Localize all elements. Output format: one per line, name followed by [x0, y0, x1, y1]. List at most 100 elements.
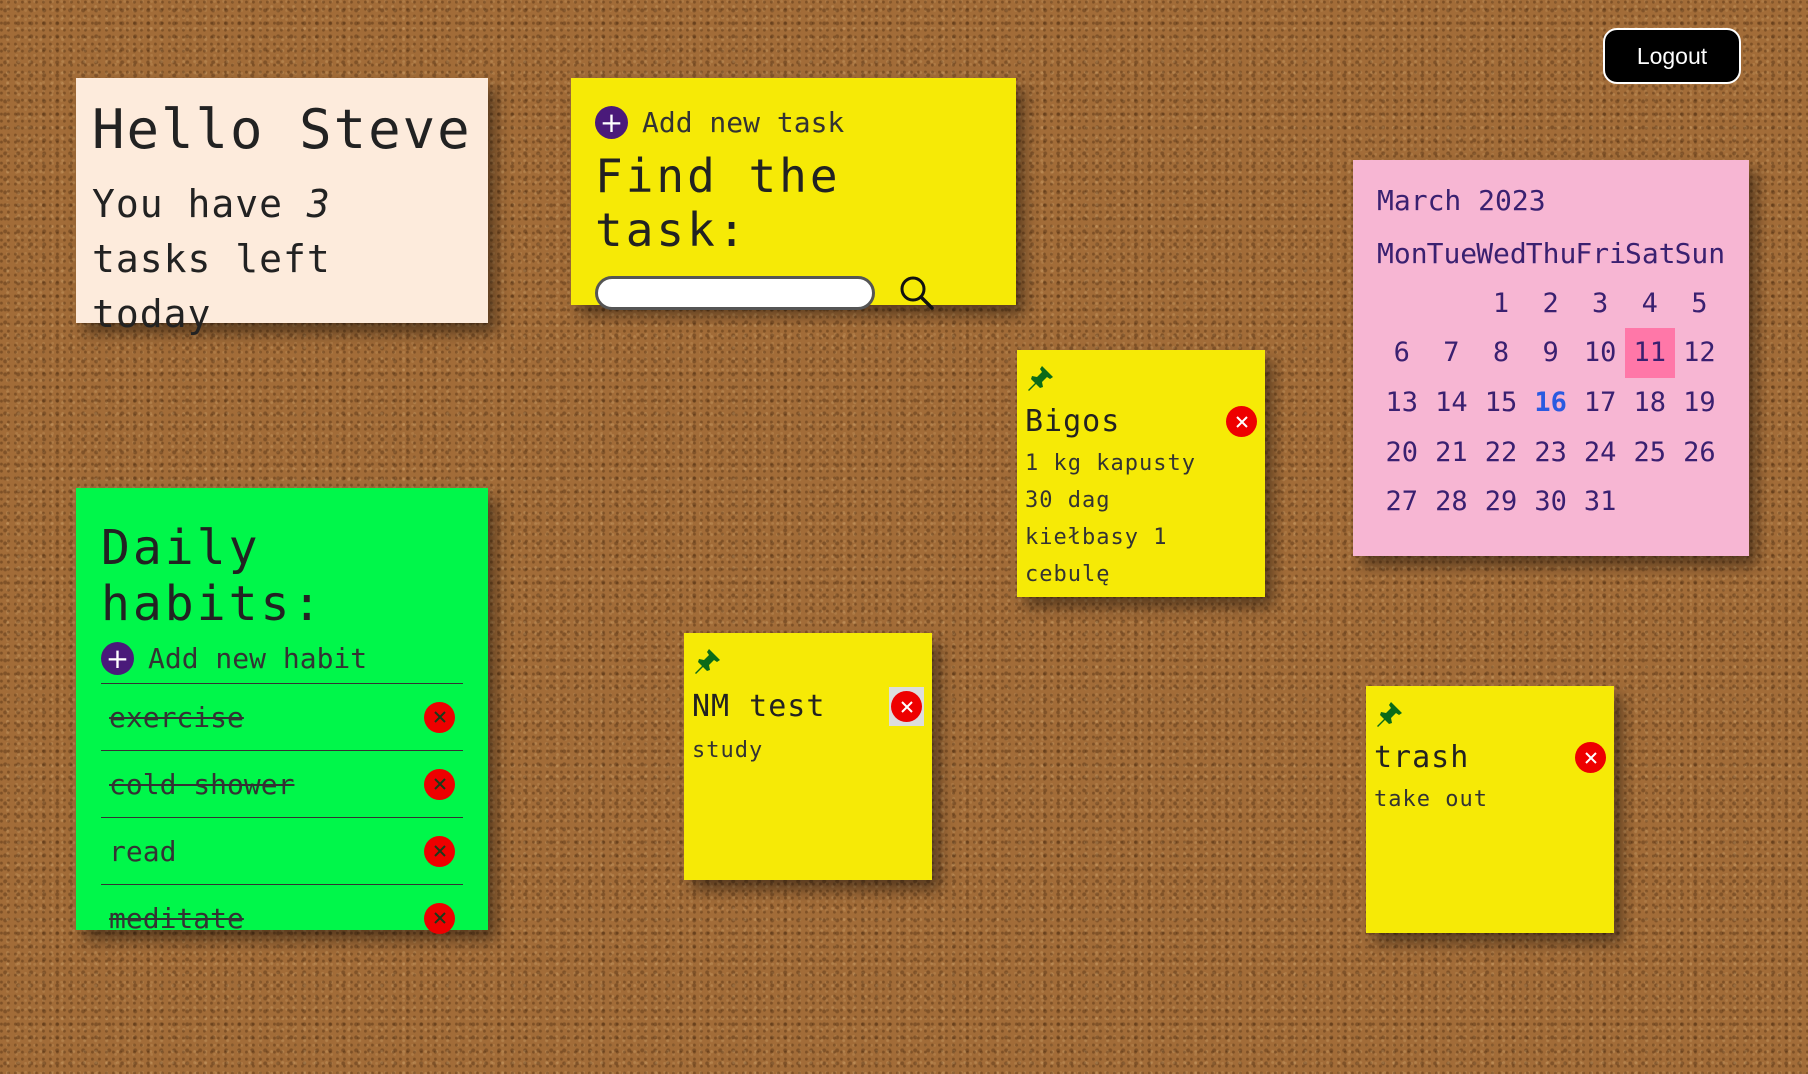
close-icon — [1584, 751, 1597, 764]
delete-task-button-wrap[interactable] — [889, 687, 924, 726]
close-icon — [433, 778, 446, 790]
close-icon — [900, 700, 913, 713]
task-note[interactable]: trash take out — [1366, 686, 1614, 933]
weekday-label: Tue — [1426, 237, 1478, 271]
delete-habit-button[interactable] — [424, 701, 455, 733]
delete-habit-button[interactable] — [424, 768, 455, 800]
calendar-day[interactable]: 29 — [1476, 477, 1526, 527]
task-line: 30 dag — [1025, 488, 1111, 513]
habit-label: meditate — [109, 901, 244, 935]
calendar-day[interactable]: 20 — [1377, 427, 1427, 477]
delete-task-button[interactable] — [1226, 406, 1257, 437]
calendar-day[interactable]: 15 — [1476, 378, 1526, 428]
task-line: study — [692, 738, 764, 763]
weekday-label: Thu — [1525, 237, 1577, 271]
calendar-day[interactable]: 25 — [1625, 427, 1675, 477]
calendar-day[interactable]: 28 — [1427, 477, 1477, 527]
logout-button[interactable]: Logout — [1603, 28, 1741, 84]
calendar-note: March 2023 Mon Tue Wed Thu Fri Sat Sun 1 2 3 4 5 6 7 8… — [1353, 160, 1749, 556]
search-icon[interactable] — [899, 275, 935, 311]
habit-item[interactable]: meditate — [101, 885, 463, 951]
calendar-day[interactable]: 31 — [1575, 477, 1625, 527]
calendar-day[interactable]: 24 — [1575, 427, 1625, 477]
habit-label: cold shower — [109, 767, 295, 801]
close-icon — [433, 711, 446, 723]
find-task-note: + Add new task Find the task: — [571, 78, 1016, 310]
calendar-empty-cell — [1427, 279, 1477, 329]
habit-item[interactable]: read — [101, 818, 463, 885]
task-body: 1 kg kapusty 30 dag kiełbasy 1 cebulę — [1025, 445, 1257, 593]
task-body: study — [692, 732, 924, 769]
plus-circle-icon: + — [101, 642, 134, 675]
calendar-day[interactable]: 18 — [1625, 378, 1675, 428]
plus-circle-icon: + — [595, 106, 628, 139]
habits-note: Daily habits: + Add new habit exercise c… — [76, 488, 488, 935]
task-line: kiełbasy 1 — [1025, 525, 1168, 550]
weekday-label: Mon — [1377, 237, 1428, 271]
greeting-note: Hello Steve You have 3 tasks left today — [76, 78, 488, 336]
delete-habit-button[interactable] — [424, 835, 455, 867]
calendar-day[interactable]: 27 — [1377, 477, 1427, 527]
calendar-day[interactable]: 3 — [1575, 279, 1625, 329]
calendar-day[interactable]: 1 — [1476, 279, 1526, 329]
calendar-day[interactable]: 9 — [1526, 328, 1576, 378]
task-title: trash — [1374, 740, 1470, 775]
calendar-month: March 2023 — [1377, 184, 1546, 217]
calendar-day[interactable]: 22 — [1476, 427, 1526, 477]
calendar-day[interactable]: 2 — [1526, 279, 1576, 329]
delete-task-button[interactable] — [891, 691, 922, 722]
habit-label: read — [109, 834, 177, 868]
calendar-day[interactable]: 11 — [1624, 328, 1675, 378]
calendar-empty-cell — [1377, 279, 1427, 329]
calendar-day[interactable]: 23 — [1526, 427, 1576, 477]
calendar-day[interactable]: 19 — [1675, 378, 1725, 428]
task-search-input[interactable] — [595, 276, 875, 310]
delete-task-button[interactable] — [1575, 742, 1606, 773]
delete-habit-button[interactable] — [424, 902, 455, 934]
close-icon — [1235, 415, 1248, 428]
task-note[interactable]: Bigos 1 kg kapusty 30 dag kiełbasy 1 ceb… — [1017, 350, 1265, 597]
habit-item[interactable]: exercise — [101, 684, 463, 751]
calendar-day[interactable]: 13 — [1377, 378, 1427, 428]
calendar-grid: Mon Tue Wed Thu Fri Sat Sun 1 2 3 4 5 6 7 8 9 10 11 12 13 14… — [1377, 229, 1725, 527]
calendar-day[interactable]: 5 — [1675, 279, 1725, 329]
calendar-day[interactable]: 6 — [1377, 328, 1427, 378]
calendar-day[interactable]: 17 — [1575, 378, 1625, 428]
calendar-day[interactable]: 14 — [1427, 378, 1477, 428]
weekday-label: Sun — [1674, 237, 1726, 271]
add-task-label: Add new task — [642, 106, 845, 139]
task-note[interactable]: NM test study — [684, 633, 932, 880]
close-icon — [433, 845, 446, 857]
habits-title: Daily habits: — [101, 520, 325, 632]
add-task-button[interactable]: + Add new task — [595, 106, 992, 139]
weekday-label: Sat — [1624, 237, 1676, 271]
close-icon — [433, 912, 446, 924]
calendar-day[interactable]: 26 — [1675, 427, 1725, 477]
task-count: 3 — [306, 181, 331, 226]
calendar-day[interactable]: 7 — [1427, 328, 1477, 378]
calendar-day[interactable]: 30 — [1526, 477, 1576, 527]
weekday-label: Fri — [1575, 237, 1626, 271]
calendar-day[interactable]: 10 — [1575, 328, 1625, 378]
task-title: Bigos — [1025, 404, 1121, 439]
task-body: take out — [1374, 781, 1606, 818]
calendar-day[interactable]: 21 — [1427, 427, 1477, 477]
calendar-day[interactable]: 8 — [1476, 328, 1526, 378]
habit-label: exercise — [109, 700, 244, 734]
habit-item[interactable]: cold shower — [101, 751, 463, 818]
calendar-day[interactable]: 4 — [1625, 279, 1675, 329]
find-task-title: Find the task: — [595, 149, 841, 257]
calendar-day[interactable]: 12 — [1675, 328, 1725, 378]
task-line: 1 kg kapusty — [1025, 451, 1196, 476]
pin-icon[interactable] — [692, 647, 924, 677]
task-title: NM test — [692, 689, 826, 724]
pin-icon[interactable] — [1374, 700, 1606, 730]
tasks-left-text: You have 3 tasks left today — [92, 181, 331, 336]
task-line: take out — [1374, 787, 1488, 812]
add-habit-label: Add new habit — [148, 642, 368, 675]
pin-icon[interactable] — [1025, 364, 1257, 394]
greeting-title: Hello Steve — [92, 98, 472, 161]
calendar-day[interactable]: 16 — [1526, 378, 1576, 428]
task-line: cebulę — [1025, 562, 1111, 587]
add-habit-button[interactable]: + Add new habit — [101, 642, 463, 684]
